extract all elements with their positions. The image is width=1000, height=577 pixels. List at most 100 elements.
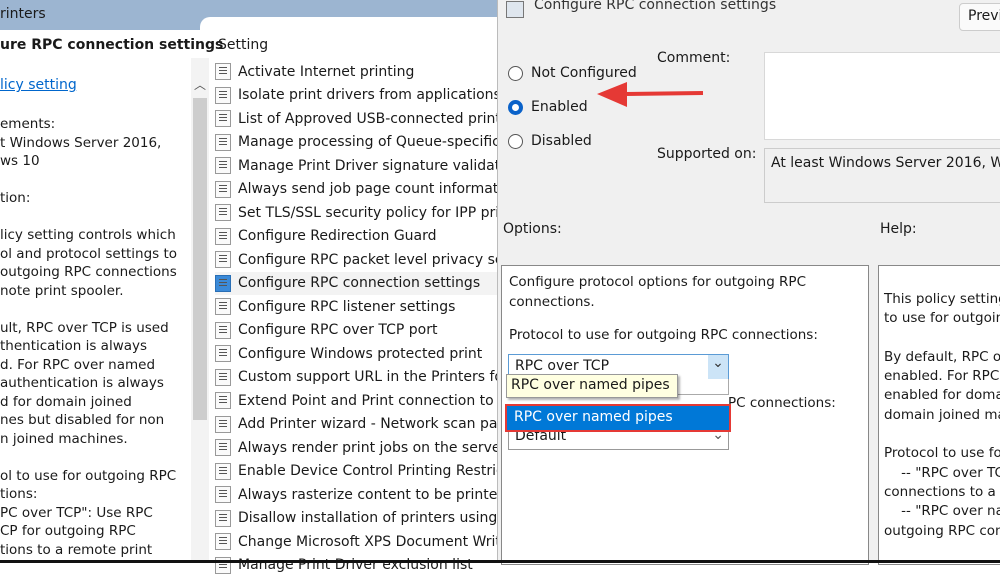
options-label: Options: [503,221,562,237]
list-item[interactable]: Enable Device Control Printing Restricti… [215,460,497,484]
list-item[interactable]: List of Approved USB-connected print dev… [215,107,497,131]
description-line: t Windows Server 2016, [0,134,190,153]
policy-setting-icon [215,345,231,362]
list-item-label: Manage processing of Queue-specific file… [238,134,497,150]
list-item[interactable]: Configure RPC listener settings [215,295,497,319]
list-item[interactable]: Isolate print drivers from applications [215,84,497,108]
list-item-label: Extend Point and Print connection to sea… [238,393,497,409]
list-item[interactable]: Configure Redirection Guard [215,225,497,249]
radio-button-icon[interactable] [508,100,523,115]
auth-label: PC connections: [728,395,836,411]
list-item-label: Configure RPC over TCP port [238,322,437,338]
description-line: outgoing RPC connections [0,263,190,282]
policy-setting-icon [215,275,231,292]
help-panel: This policy settingto use for outgoinBy … [878,265,1000,565]
list-item-label: Configure RPC connection settings [238,275,480,291]
list-item[interactable]: Configure Windows protected print [215,342,497,366]
policy-setting-icon [215,322,231,339]
description-line: d. For RPC over named [0,356,190,375]
dropdown-option-named-pipes[interactable]: RPC over named pipes [505,404,731,432]
settings-list: Activate Internet printing Isolate print … [215,60,497,577]
description-line: nes but disabled for non [0,411,190,430]
list-item[interactable]: Manage Print Driver signature validation [215,154,497,178]
list-item[interactable]: Activate Internet printing [215,60,497,84]
description-line: licy setting controls which [0,226,190,245]
radio-label: Disabled [531,133,592,149]
policy-setting-icon [215,204,231,221]
list-item-label: Isolate print drivers from applications [238,87,497,103]
list-item-label: Configure RPC listener settings [238,299,455,315]
description-line: PC over TCP": Use RPC [0,504,190,523]
list-item-label: Disallow installation of printers using … [238,510,497,526]
list-item[interactable]: Custom support URL in the Printers folde… [215,366,497,390]
scrollbar[interactable]: ︿ [191,58,209,563]
description-line: tions to a remote print [0,541,190,560]
description-line: tions: [0,485,190,504]
list-item-label: Set TLS/SSL security policy for IPP prin… [238,205,497,221]
chevron-down-icon[interactable]: ⌄ [708,355,728,379]
policy-setting-icon [215,110,231,127]
column-header-setting[interactable]: Setting [218,37,268,53]
comment-label: Comment: [657,50,730,66]
supported-on-value: At least Windows Server 2016, Windo [764,148,1000,203]
description-line [0,208,190,227]
description-line [0,300,190,319]
list-item-label: Manage Print Driver signature validation [238,158,497,174]
help-line: By default, RPC ov [884,348,1000,367]
help-line: to use for outgoin [884,309,1000,328]
scroll-up-icon[interactable]: ︿ [194,76,206,93]
edit-policy-link[interactable]: licy setting [0,77,77,93]
list-item-label: Always rasterize content to be printed u… [238,487,497,503]
list-item-label: Activate Internet printing [238,64,414,80]
policy-setting-icon [215,298,231,315]
policy-setting-icon [215,181,231,198]
scroll-thumb[interactable] [193,98,207,420]
description-line [0,448,190,467]
list-item[interactable]: Disallow installation of printers using … [215,507,497,531]
list-item[interactable]: Set TLS/SSL security policy for IPP prin… [215,201,497,225]
list-item[interactable]: Configure RPC over TCP port [215,319,497,343]
description-line: authentication is always [0,374,190,393]
list-item[interactable]: Extend Point and Print connection to sea… [215,389,497,413]
list-item-label: Add Printer wizard - Network scan page [238,416,497,432]
description-line: ult, RPC over TCP is used [0,319,190,338]
list-item[interactable]: Manage Print Driver exclusion list [215,554,497,577]
policy-setting-icon [215,134,231,151]
radio-label: Not Configured [531,65,637,81]
policy-setting-icon [215,369,231,386]
list-item[interactable]: Always render print jobs on the server [215,436,497,460]
radio-button-icon[interactable] [508,66,523,81]
previous-setting-button[interactable]: Previ [959,3,1000,31]
comment-field[interactable] [764,52,1000,140]
description-text: ements:t Windows Server 2016,ws 10tion:l… [0,115,190,559]
policy-icon [506,1,524,18]
list-item[interactable]: Change Microsoft XPS Document Writer [215,530,497,554]
list-item-label: Change Microsoft XPS Document Writer [238,534,497,550]
policy-setting-icon [215,392,231,409]
list-item[interactable]: Manage processing of Queue-specific file… [215,131,497,155]
list-item[interactable]: Always send job page count information [215,178,497,202]
description-line: n joined machines. [0,430,190,449]
policy-setting-icon [215,63,231,80]
policy-setting-icon [215,157,231,174]
description-line: d for domain joined [0,393,190,412]
help-line: outgoing RPC con [884,522,1000,541]
list-item-label: Always send job page count information [238,181,497,197]
help-line: -- "RPC over nar [884,502,1000,521]
help-line: domain joined ma [884,406,1000,425]
policy-setting-icon [215,463,231,480]
supported-on-label: Supported on: [657,146,756,162]
help-line [884,329,1000,348]
list-item[interactable]: Configure RPC packet level privacy setti… [215,248,497,272]
radio-button-icon[interactable] [508,134,523,149]
help-line: enabled. For RPC o [884,367,1000,386]
description-line: note print spooler. [0,282,190,301]
list-item[interactable]: Always rasterize content to be printed u… [215,483,497,507]
policy-setting-icon [215,439,231,456]
policy-dialog: Configure RPC connection settings Previ … [497,0,1000,563]
radio-disabled[interactable]: Disabled [508,124,637,158]
protocol-select-value: RPC over TCP [515,358,609,374]
list-item[interactable]: Configure RPC connection settings [215,272,497,296]
policy-setting-icon [215,251,231,268]
list-item[interactable]: Add Printer wizard - Network scan page [215,413,497,437]
